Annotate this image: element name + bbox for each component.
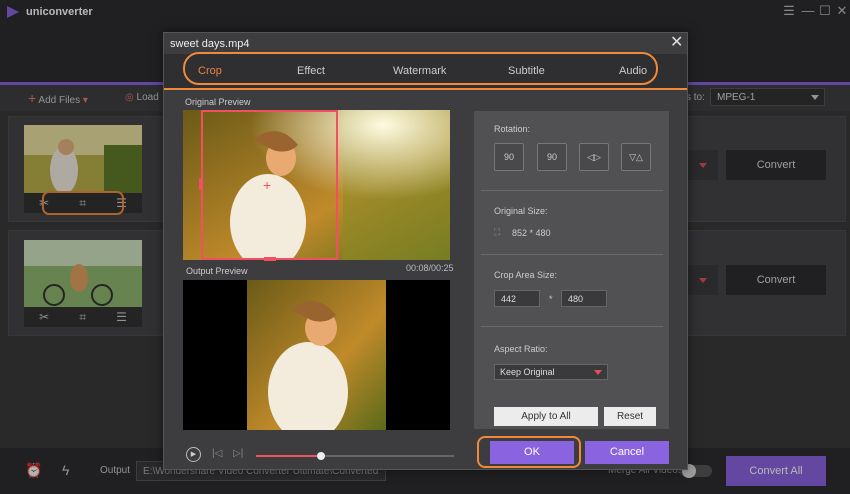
dialog-title: sweet days.mp4: [170, 38, 250, 50]
reset-button[interactable]: Reset: [604, 407, 656, 426]
close-icon[interactable]: ✕: [670, 35, 683, 51]
apply-to-all-button[interactable]: Apply to All: [494, 407, 598, 426]
playback-progress[interactable]: [256, 452, 454, 460]
original-size-value: 852 * 480: [512, 228, 551, 238]
crop-handle-bottom[interactable]: [264, 257, 276, 261]
divider: [481, 254, 663, 255]
rotation-label: Rotation:: [494, 124, 531, 134]
output-preview-label: Output Preview: [186, 266, 248, 276]
ok-highlight: [477, 436, 581, 468]
rotate-left-icon[interactable]: 90: [494, 143, 524, 171]
next-icon[interactable]: ▷|: [233, 448, 243, 459]
chevron-down-icon: [594, 370, 602, 375]
crop-height-input[interactable]: 480: [561, 290, 607, 307]
output-preview: [183, 280, 450, 430]
flip-horizontal-icon[interactable]: ◁▷: [579, 143, 609, 171]
flip-vertical-icon[interactable]: ▽△: [621, 143, 651, 171]
aspect-ratio-value: Keep Original: [500, 367, 555, 377]
timecode: 00:08/00:25: [406, 263, 454, 273]
resize-icon: ⛶: [494, 227, 501, 237]
rotate-right-icon[interactable]: 90: [537, 143, 567, 171]
crop-handle-left[interactable]: [199, 178, 203, 190]
crop-area-label: Crop Area Size:: [494, 270, 558, 280]
original-preview-label: Original Preview: [185, 97, 251, 107]
crop-width-input[interactable]: 442: [494, 290, 540, 307]
play-icon[interactable]: ▶: [186, 447, 201, 462]
progress-fill: [256, 455, 322, 457]
divider: [481, 326, 663, 327]
aspect-ratio-select[interactable]: Keep Original: [494, 364, 608, 380]
cancel-button[interactable]: Cancel: [585, 441, 669, 464]
tabs-highlight: [183, 52, 658, 85]
aspect-ratio-label: Aspect Ratio:: [494, 344, 548, 354]
crop-separator: *: [549, 294, 553, 304]
original-size-label: Original Size:: [494, 206, 548, 216]
tab-underline: [164, 88, 687, 90]
crosshair-icon: +: [263, 177, 272, 193]
previous-icon[interactable]: |◁: [212, 448, 222, 459]
divider: [481, 190, 663, 191]
